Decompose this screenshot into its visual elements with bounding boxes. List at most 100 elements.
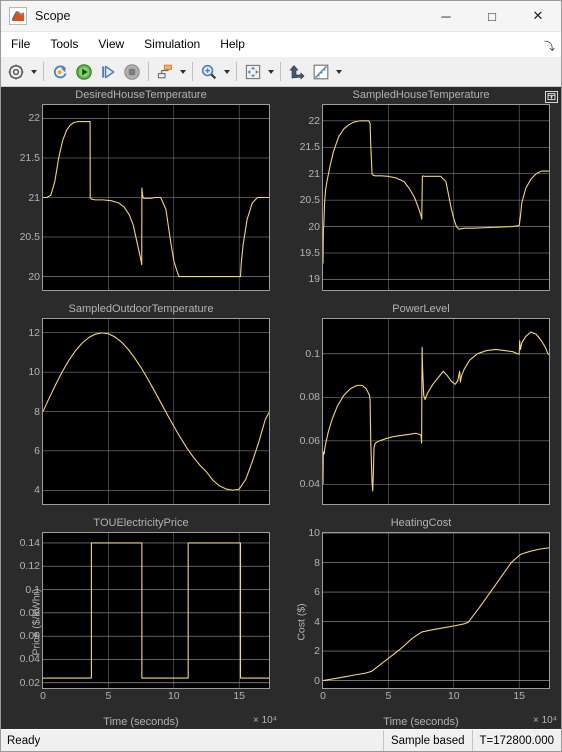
- minimize-button[interactable]: ─: [423, 1, 469, 31]
- x-axis-tick-label: 0: [320, 690, 326, 702]
- plot-title: TOUElectricityPrice: [93, 517, 189, 529]
- status-text: Ready: [7, 734, 41, 747]
- zoom-in-icon[interactable]: [197, 60, 221, 84]
- plot-canvas: [43, 319, 269, 504]
- y-axis-tick-label: 8: [34, 405, 40, 418]
- y-axis-tick-label: 0.04: [299, 478, 320, 491]
- y-axis-tick-label: 6: [34, 444, 40, 457]
- plot-cell-tou-electricity-price[interactable]: TOUElectricityPrice Price ($/kWhr) Time (s…: [1, 515, 281, 729]
- y-axis-tick-label: 8: [314, 556, 320, 569]
- y-axis-tick-label: 0.06: [299, 434, 320, 447]
- simulation-time-indicator: T=172800.000: [471, 730, 562, 751]
- stop-icon[interactable]: [120, 60, 144, 84]
- plot-canvas: [323, 319, 549, 504]
- layout-dropdown[interactable]: [177, 60, 188, 84]
- menu-help[interactable]: Help: [210, 32, 255, 57]
- y-axis-label: Cost ($): [295, 603, 308, 641]
- y-axis-tick-label: 21.5: [19, 151, 40, 164]
- y-axis-tick-label: 0.06: [19, 630, 40, 643]
- x-axis-tick-label: 5: [105, 690, 112, 702]
- run-icon[interactable]: [72, 60, 96, 84]
- menu-overflow-icon[interactable]: ⤵: [544, 38, 555, 54]
- y-axis-tick-label: 22: [28, 112, 40, 125]
- x-axis-tick-label: 10: [167, 690, 180, 702]
- maximize-button[interactable]: □: [469, 1, 515, 31]
- plot-title: SampledOutdoorTemperature: [68, 303, 214, 315]
- x-axis-tick-label: 15: [513, 690, 526, 702]
- plot-canvas: [43, 105, 269, 290]
- window-title: Scope: [35, 9, 71, 23]
- matlab-membrane-icon: [9, 7, 27, 25]
- plot-canvas: [323, 533, 549, 688]
- plot-cell-sampled-house-temperature[interactable]: SampledHouseTemperatureTemperature (deg …: [281, 87, 561, 301]
- toolbar-separator: [280, 62, 281, 81]
- y-axis-tick-label: 0.1: [305, 347, 320, 360]
- scope-window: Scope ─ □ ✕ File Tools View Simulation H…: [0, 0, 562, 752]
- maximize-plot-icon[interactable]: [543, 89, 559, 104]
- step-forward-icon[interactable]: [96, 60, 120, 84]
- x-axis-label: Time (seconds): [103, 716, 179, 728]
- y-axis-tick-label: 22: [308, 114, 320, 127]
- zoom-dropdown[interactable]: [221, 60, 232, 84]
- y-axis-tick-label: 10: [28, 366, 40, 379]
- y-axis-tick-label: 0: [314, 674, 320, 687]
- x-axis-exponent: × 10⁴: [532, 715, 557, 726]
- plot-cell-power-level[interactable]: PowerLevel 0.04 0.06 0.08 0.1: [281, 301, 561, 515]
- y-axis-tick-label: 21: [308, 167, 320, 180]
- y-axis-tick-label: 0.02: [19, 676, 40, 689]
- menu-view[interactable]: View: [88, 32, 134, 57]
- menu-file[interactable]: File: [1, 32, 40, 57]
- plot-canvas: [323, 105, 549, 290]
- plot-box[interactable]: 0.04 0.06 0.08 0.1: [300, 318, 550, 505]
- plot-cell-sampled-outdoor-temperature[interactable]: SampledOutdoorTemperatureTemperature (de…: [1, 301, 281, 515]
- y-axis-tick-label: 0.1: [25, 583, 40, 596]
- plot-box[interactable]: 20 20.5 21 21.5 22: [20, 104, 270, 291]
- autoscale-dropdown[interactable]: [265, 60, 276, 84]
- data-trace: [43, 543, 269, 678]
- update-diagram-icon[interactable]: [48, 60, 72, 84]
- plot-cell-desired-house-temperature[interactable]: DesiredHouseTemperatureTemperature (deg …: [1, 87, 281, 301]
- status-bar: Ready Sample based T=172800.000: [1, 729, 561, 751]
- x-axis-tick-label: 15: [233, 690, 246, 702]
- scope-plot-area: DesiredHouseTemperatureTemperature (deg …: [1, 87, 561, 729]
- data-trace: [323, 332, 549, 491]
- data-cursors-icon[interactable]: [285, 60, 309, 84]
- y-axis-tick-label: 10: [308, 527, 320, 539]
- menu-simulation[interactable]: Simulation: [134, 32, 210, 57]
- measurements-dropdown[interactable]: [333, 60, 344, 84]
- measurements-icon[interactable]: [309, 60, 333, 84]
- y-axis-tick-label: 21: [28, 191, 40, 204]
- plot-title: PowerLevel: [392, 303, 450, 315]
- autoscale-icon[interactable]: [241, 60, 265, 84]
- plot-title: HeatingCost: [390, 517, 452, 529]
- y-axis-tick-label: 0.14: [19, 536, 40, 549]
- menu-bar: File Tools View Simulation Help ⤵: [1, 32, 561, 57]
- plot-box[interactable]: 19 19.5 20 20.5 21 21.5 22: [300, 104, 550, 291]
- layout-icon[interactable]: [153, 60, 177, 84]
- plot-box[interactable]: 0.02 0.04 0.06 0.08 0.1 0.12 0.14 0 5 10 15: [20, 532, 270, 702]
- close-button[interactable]: ✕: [515, 1, 561, 31]
- y-axis-tick-label: 0.04: [19, 653, 40, 666]
- menu-tools[interactable]: Tools: [40, 32, 88, 57]
- y-axis-tick-label: 21.5: [299, 141, 320, 154]
- configuration-properties-icon[interactable]: [4, 60, 28, 84]
- y-axis-tick-label: 19.5: [299, 247, 320, 259]
- toolbar-separator: [236, 62, 237, 81]
- plot-title: DesiredHouseTemperature: [75, 89, 207, 101]
- y-axis-tick-label: 20.5: [299, 194, 320, 207]
- y-axis-tick-label: 4: [34, 484, 40, 497]
- configuration-properties-dropdown[interactable]: [28, 60, 39, 84]
- plot-box[interactable]: 4 6 8 10 12: [28, 318, 270, 505]
- y-axis-tick-label: 0.12: [19, 560, 40, 573]
- plot-box[interactable]: 0 2 4 6 8 10 0 5 10 15: [308, 527, 550, 702]
- plot-title: SampledHouseTemperature: [352, 89, 490, 101]
- toolbar-separator: [43, 62, 44, 81]
- sample-mode-indicator: Sample based: [382, 730, 472, 751]
- data-trace: [323, 548, 549, 681]
- y-axis-tick-label: 12: [28, 326, 40, 339]
- y-axis-tick-label: 0.08: [299, 391, 320, 404]
- plot-cell-heating-cost[interactable]: HeatingCost Cost ($) Time (seconds) × 10⁴ 0 2…: [281, 515, 561, 729]
- data-trace: [43, 122, 269, 277]
- y-axis-tick-label: 2: [314, 645, 320, 658]
- y-axis-tick-label: 4: [314, 615, 320, 628]
